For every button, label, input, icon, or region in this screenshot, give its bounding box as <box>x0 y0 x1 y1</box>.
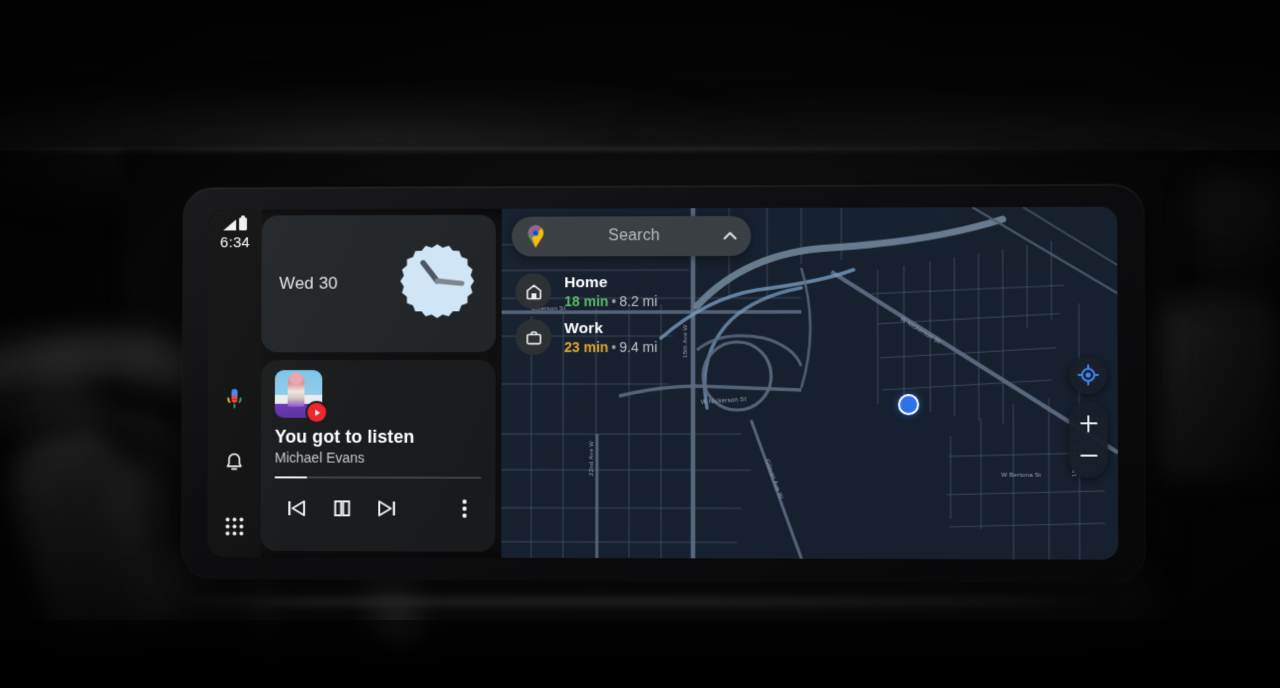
playback-progress-fill <box>274 476 308 479</box>
infotainment-screen: 6:34 Wed 30 You got to listen Michael Ev… <box>207 206 1119 560</box>
dash-ridge-highlight <box>0 148 1280 152</box>
map-label: W Bertona St <box>1001 472 1041 479</box>
zoom-in-button[interactable] <box>1069 407 1108 439</box>
google-maps-pin-icon <box>527 225 544 248</box>
status-bar: 6:34 <box>220 217 251 252</box>
widget-column: Wed 30 You got to listen Michael Evans <box>260 209 502 558</box>
app-grid-button[interactable] <box>217 509 251 543</box>
navigation-overlay: Search Home 18 min • 8.2 mi Work 23 min … <box>511 215 752 370</box>
briefcase-icon <box>524 328 543 347</box>
briefcase-icon-container <box>515 319 552 356</box>
destination-meta: 23 min • 9.4 mi <box>564 339 657 355</box>
media-player-card[interactable]: You got to listen Michael Evans <box>260 360 496 552</box>
more-vert-icon <box>462 499 467 518</box>
analog-clock-icon <box>400 244 475 319</box>
destination-distance: 8.2 mi <box>619 292 658 309</box>
zoom-out-button[interactable] <box>1069 439 1108 471</box>
apps-grid-icon <box>225 517 243 535</box>
rail-nav-buttons <box>207 382 261 557</box>
pause-icon <box>330 497 354 519</box>
display-bezel: 6:34 Wed 30 You got to listen Michael Ev… <box>181 184 1145 583</box>
steering-wheel-spoke-secondary <box>99 456 195 644</box>
destination-distance: 9.4 mi <box>619 338 658 355</box>
clock-widget-card[interactable]: Wed 30 <box>261 214 496 353</box>
left-nav-rail: 6:34 <box>207 209 262 557</box>
zoom-controls <box>1069 401 1108 478</box>
destination-name: Home <box>564 273 608 291</box>
previous-track-button[interactable] <box>274 491 318 525</box>
album-art-container <box>274 370 327 422</box>
track-title: You got to listen <box>274 426 415 447</box>
console-edge-highlight <box>178 596 1108 606</box>
destination-row-work[interactable]: Work 23 min • 9.4 mi <box>511 314 751 360</box>
track-artist: Michael Evans <box>274 449 365 466</box>
destination-eta: 18 min <box>564 292 609 309</box>
home-icon <box>524 282 543 301</box>
plus-icon <box>1079 414 1098 432</box>
chevron-up-icon[interactable] <box>721 227 739 245</box>
youtube-music-icon <box>307 402 327 422</box>
assistant-mic-button[interactable] <box>218 382 252 416</box>
destinations-panel: Home 18 min • 8.2 mi Work 23 min • 9.4 m… <box>511 262 751 370</box>
map-view[interactable]: Emerson St W Nickerson St W Nickerson St… <box>501 206 1119 560</box>
destination-separator: • <box>611 338 617 355</box>
recenter-crosshair-icon <box>1077 364 1099 386</box>
skip-previous-icon <box>288 497 308 519</box>
microphone-icon <box>227 388 242 409</box>
map-controls <box>1068 355 1108 478</box>
next-track-button[interactable] <box>365 491 409 525</box>
notifications-button[interactable] <box>217 446 251 480</box>
destination-name: Work <box>564 319 604 337</box>
pause-button[interactable] <box>320 491 364 525</box>
dashboard-top <box>0 0 1280 150</box>
skip-next-icon <box>375 497 396 519</box>
date-label: Wed 30 <box>279 273 338 293</box>
bottom-shadow <box>0 620 1280 688</box>
home-icon-container <box>515 273 552 310</box>
album-art-head <box>289 372 303 385</box>
destination-eta: 23 min <box>564 338 609 355</box>
destination-meta: 18 min • 8.2 mi <box>564 293 657 309</box>
console-vent <box>1160 300 1280 480</box>
search-bar[interactable]: Search <box>511 215 752 257</box>
search-input[interactable]: Search <box>547 227 721 245</box>
steering-wheel-highlight <box>20 350 100 500</box>
destination-text-home: Home 18 min • 8.2 mi <box>564 274 657 309</box>
destination-separator: • <box>611 292 617 309</box>
status-bar-time: 6:34 <box>220 234 251 252</box>
media-controls <box>274 491 481 525</box>
minus-icon <box>1079 447 1098 464</box>
battery-icon <box>239 217 247 231</box>
playback-progress-bar[interactable] <box>274 476 482 479</box>
bell-icon <box>223 451 245 474</box>
map-label: 22nd Ave W <box>588 441 595 476</box>
destination-text-work: Work 23 min • 9.4 mi <box>564 320 657 355</box>
steering-wheel-spoke <box>0 417 180 673</box>
console-vent-upper <box>1195 180 1280 300</box>
blue-location-dot <box>897 394 920 416</box>
recenter-button[interactable] <box>1068 355 1108 395</box>
cellular-signal-icon <box>223 220 236 231</box>
media-overflow-button[interactable] <box>448 492 482 526</box>
destination-row-home[interactable]: Home 18 min • 8.2 mi <box>512 268 752 314</box>
